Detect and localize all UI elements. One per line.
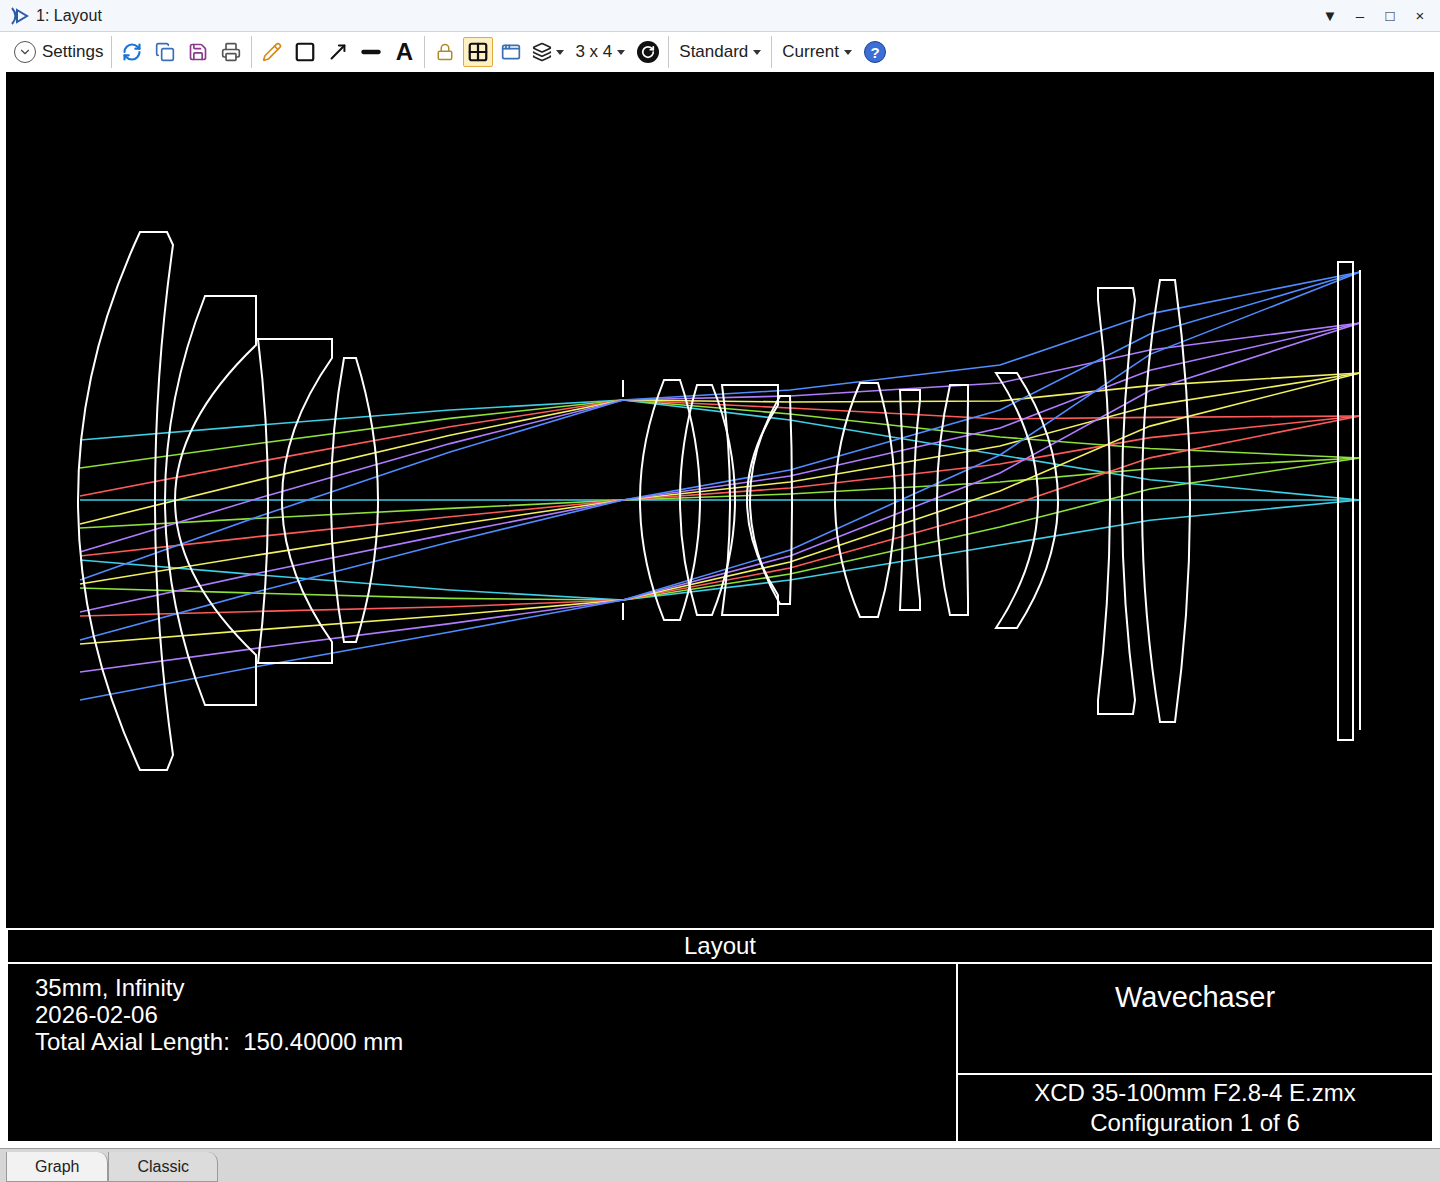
line-button[interactable] <box>356 37 386 67</box>
ray <box>80 323 1360 612</box>
ray <box>80 373 1360 644</box>
ray <box>80 272 1360 580</box>
text-button[interactable]: A <box>389 37 419 67</box>
save-button[interactable] <box>183 37 213 67</box>
refresh-icon <box>122 42 142 62</box>
info-details: 35mm, Infinity2026-02-06Total Axial Leng… <box>8 964 958 1141</box>
lens-element <box>835 383 895 617</box>
window-control[interactable]: × <box>1412 8 1428 23</box>
lens-element <box>78 232 173 770</box>
lens-element <box>165 296 256 705</box>
lens-element <box>331 358 378 642</box>
pencil-icon <box>262 42 282 62</box>
window-control[interactable]: □ <box>1382 8 1398 23</box>
toolbar-group: A <box>252 36 425 68</box>
rectangle-button[interactable] <box>290 37 320 67</box>
layout-window: 1: Layout▼–□×SettingsA3 x 4StandardCurre… <box>0 0 1440 1182</box>
toolbar-group: 3 x 4 <box>425 36 669 68</box>
file-cell: XCD 35-100mm F2.8-4 E.zmxConfiguration 1… <box>958 1075 1432 1141</box>
refresh-button[interactable] <box>117 37 147 67</box>
tab[interactable]: Graph <box>6 1152 108 1182</box>
toolbar-group: Current? <box>772 36 895 68</box>
window-title: 1: Layout <box>36 4 102 28</box>
tab[interactable]: Classic <box>108 1152 218 1182</box>
chevron-circle-icon <box>14 41 36 63</box>
info-line: 2026-02-06 <box>35 1001 956 1028</box>
lens-layout-diagram <box>6 72 1434 928</box>
rectangle-icon <box>294 41 316 63</box>
company-cell: Wavechaser <box>958 964 1432 1075</box>
lock-button[interactable] <box>430 37 460 67</box>
stop-mark <box>622 603 624 620</box>
lens-element <box>900 390 920 610</box>
layers-dropdown[interactable] <box>529 37 567 67</box>
lens-element <box>258 339 332 663</box>
window-control[interactable]: ▼ <box>1322 8 1338 23</box>
dropdown-button[interactable]: Current <box>777 37 857 67</box>
lens-element <box>937 385 968 615</box>
dropdown-button[interactable]: Standard <box>674 37 766 67</box>
caret-icon <box>617 50 625 55</box>
app-icon <box>8 5 30 27</box>
info-header: Layout <box>8 930 1432 964</box>
overlay-button[interactable] <box>496 37 526 67</box>
ray <box>80 323 1360 672</box>
tab-bar: GraphClassic <box>0 1148 1440 1182</box>
caret-icon <box>844 50 852 55</box>
rotate-icon <box>637 41 659 63</box>
info-panel: Layout35mm, Infinity2026-02-06Total Axia… <box>6 928 1434 1143</box>
window-control[interactable]: – <box>1352 8 1368 23</box>
caret-icon <box>753 50 761 55</box>
ray <box>80 400 1360 500</box>
lens-element <box>750 396 792 604</box>
settings-button[interactable]: Settings <box>11 37 106 67</box>
help-button[interactable]: ? <box>860 37 890 67</box>
layers-icon <box>532 42 552 62</box>
lens-elements <box>78 232 1360 770</box>
rotate-button[interactable] <box>633 37 663 67</box>
lock-icon <box>436 43 454 61</box>
pencil-button[interactable] <box>257 37 287 67</box>
ray <box>80 272 1360 700</box>
ray <box>80 323 1360 552</box>
stop-mark <box>622 380 624 397</box>
ray <box>80 400 1360 496</box>
fit-icon <box>467 41 489 63</box>
ray <box>80 272 1360 640</box>
save-icon <box>188 42 208 62</box>
image-plane <box>1359 270 1361 730</box>
fit-button[interactable] <box>463 37 493 67</box>
dropdown-button[interactable]: 3 x 4 <box>570 37 630 67</box>
copy-button[interactable] <box>150 37 180 67</box>
title-bar: 1: Layout ▼–□ × <box>0 0 1440 32</box>
caret-icon <box>556 50 564 55</box>
rays <box>80 272 1360 700</box>
lens-element <box>1142 280 1190 722</box>
toolbar-group: Standard <box>669 36 772 68</box>
arrow-button[interactable] <box>323 37 353 67</box>
ray <box>80 499 1360 501</box>
toolbar: SettingsA3 x 4StandardCurrent? <box>0 32 1440 72</box>
cover-glass <box>1338 262 1353 740</box>
overlay-icon <box>501 42 521 62</box>
toolbar-group: Settings <box>6 36 112 68</box>
ray <box>80 373 1360 524</box>
print-button[interactable] <box>216 37 246 67</box>
info-line: Total Axial Length: 150.40000 mm <box>35 1028 956 1055</box>
line-icon <box>358 39 384 65</box>
ray <box>80 416 1360 616</box>
printer-icon <box>221 42 241 62</box>
copy-icon <box>155 42 175 62</box>
lens-element <box>996 373 1058 628</box>
arrow-icon <box>327 41 349 63</box>
toolbar-group <box>112 36 252 68</box>
lens-element <box>640 380 700 620</box>
layout-canvas[interactable] <box>6 72 1434 928</box>
lens-element <box>1098 288 1135 714</box>
help-icon: ? <box>864 41 886 63</box>
info-line: 35mm, Infinity <box>35 974 956 1001</box>
